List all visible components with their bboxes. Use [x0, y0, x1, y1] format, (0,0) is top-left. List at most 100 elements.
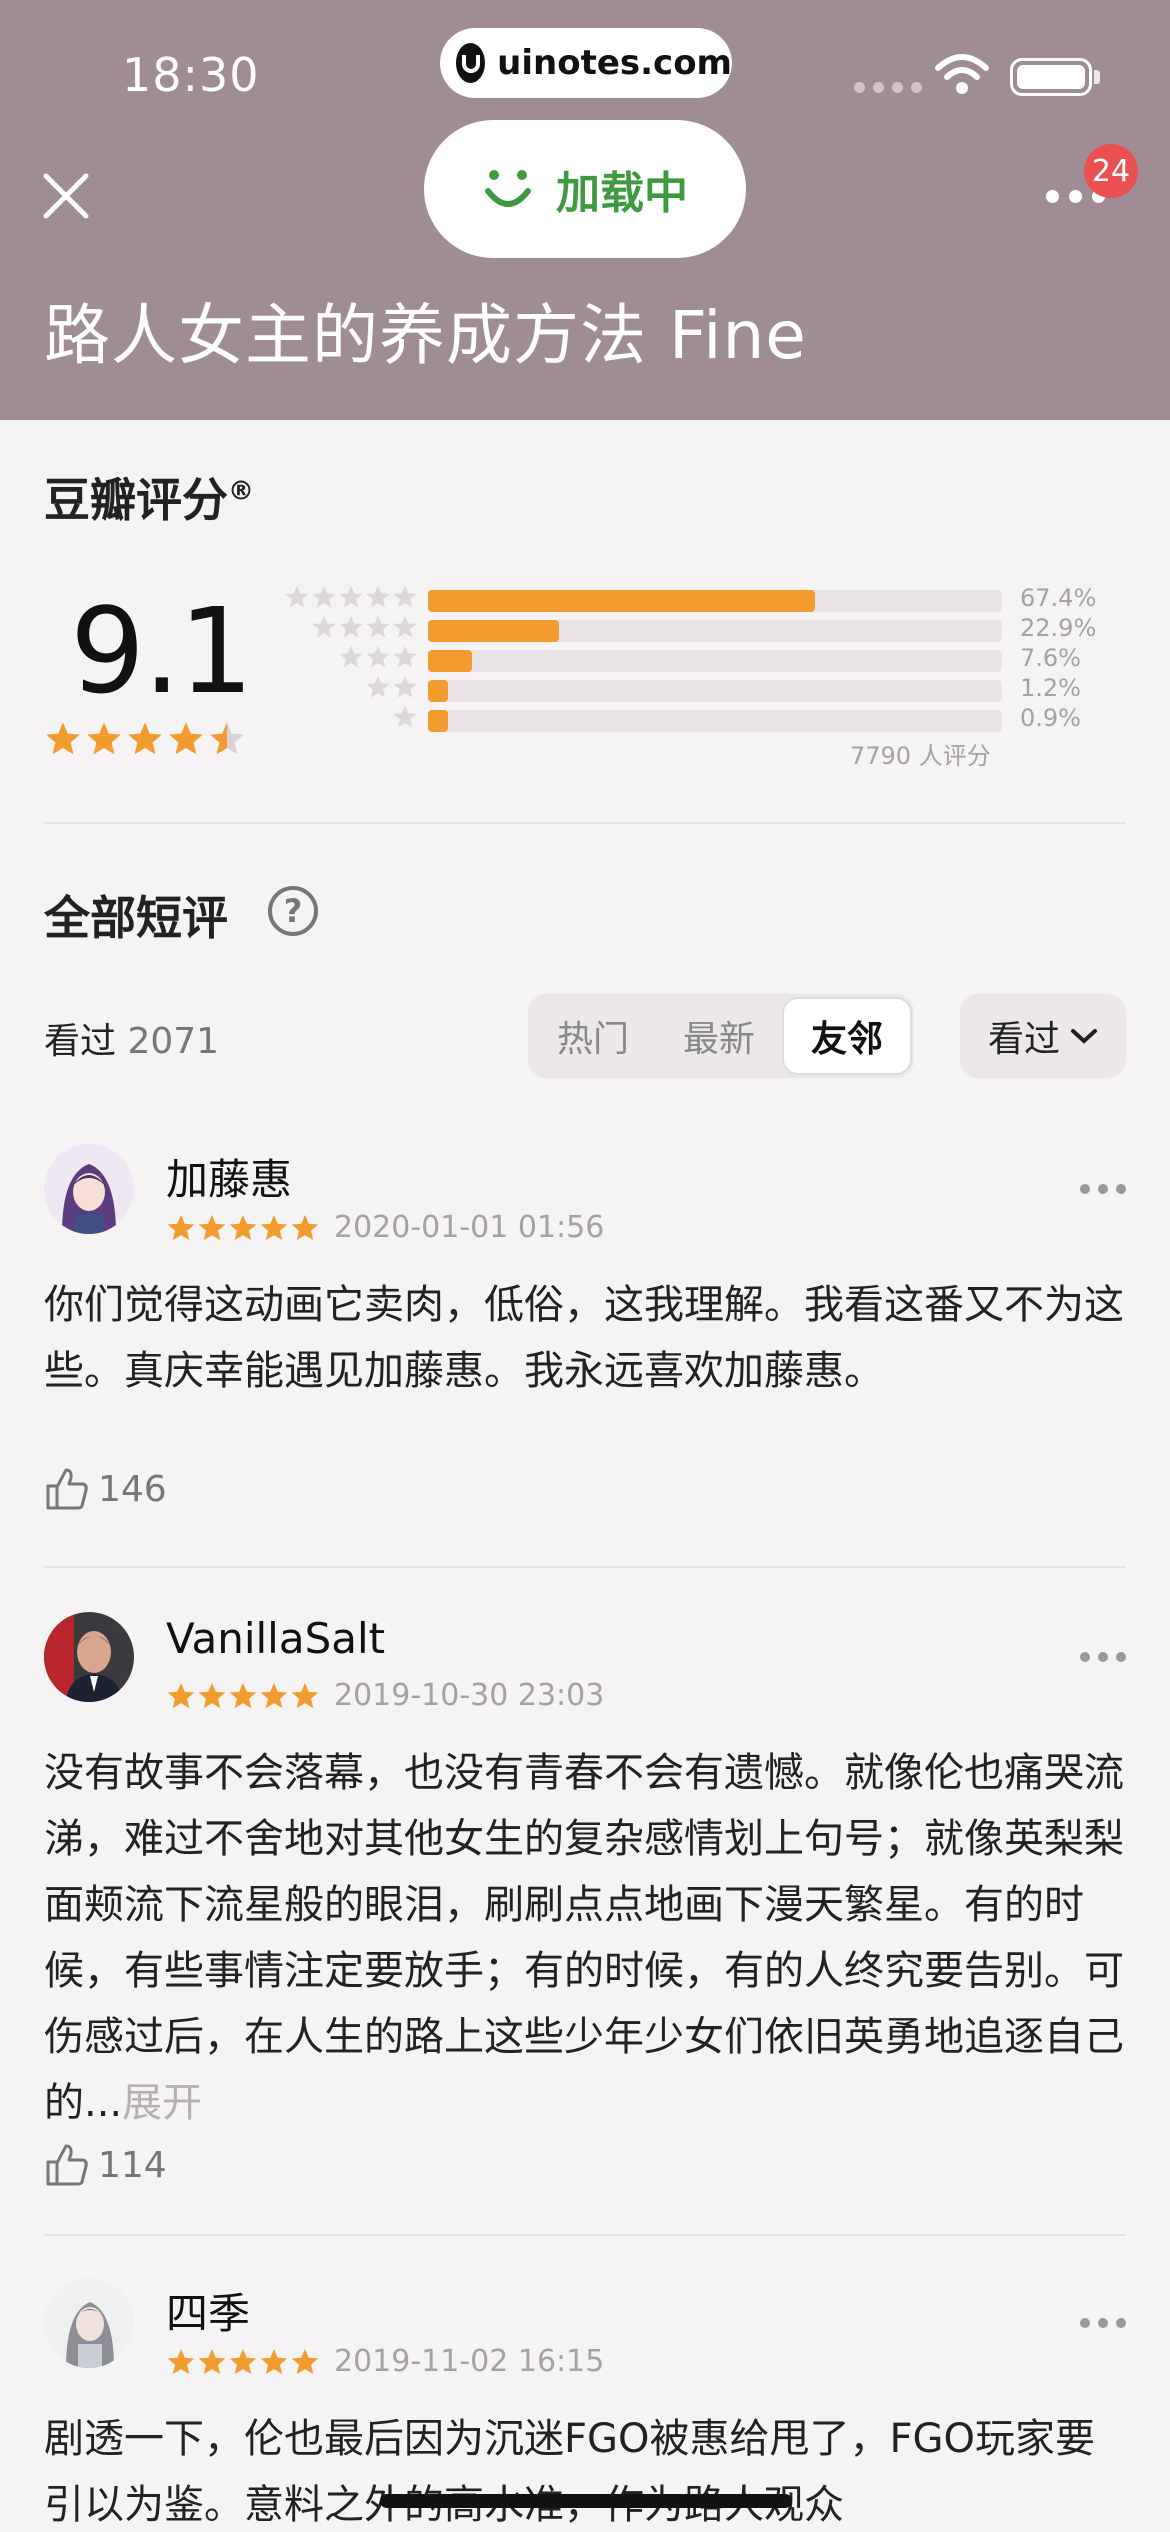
watched-filter-dropdown[interactable]: 看过 [960, 994, 1126, 1078]
watched-count: 看过 2071 [44, 1012, 219, 1064]
watched-number: 2071 [127, 1021, 220, 1062]
reviewer-name[interactable]: 四季 [166, 2280, 250, 2341]
distribution-stars [278, 674, 418, 704]
review-meta: 2019-11-02 16:15 [166, 2344, 604, 2379]
star-icon [285, 585, 309, 608]
header-bar: 18:30 uinotes.com 加载中 24 路人女主的养成方法 Fine [0, 0, 1170, 420]
rating-count: 7790 人评分 [850, 742, 991, 770]
divider [44, 2234, 1126, 2236]
distribution-bar [428, 710, 449, 732]
star-icon [260, 2348, 288, 2374]
star-icon [167, 1682, 195, 1708]
review-text[interactable]: 没有故事不会落幕，也没有青春不会有遗憾。就像伦也痛哭流涕，难过不舍地对其他女生的… [44, 1740, 1126, 2136]
review-text-body: 没有故事不会落幕，也没有青春不会有遗憾。就像伦也痛哭流涕，难过不舍地对其他女生的… [44, 1750, 1124, 2126]
like-count: 146 [98, 1468, 167, 1510]
avatar[interactable] [44, 1612, 134, 1702]
divider [44, 822, 1126, 824]
reviewer-name[interactable]: VanillaSalt [166, 1614, 385, 1663]
star-icon [291, 1214, 319, 1240]
star-icon [393, 615, 417, 638]
avatar[interactable] [44, 1144, 134, 1234]
review-stars [166, 2347, 320, 2377]
review-text-body: 剧透一下，伦也最后因为沉迷FGO被惠给甩了，FGO玩家要引以为鉴。意料之外的高水… [44, 2416, 1095, 2528]
review-date: 2019-10-30 23:03 [334, 1678, 605, 1713]
distribution-bar [428, 680, 449, 702]
star-icon [291, 1682, 319, 1708]
like-button[interactable]: 146 [44, 1466, 167, 1512]
review-more-icon[interactable] [1080, 1184, 1126, 1194]
star-icon [167, 2348, 195, 2374]
star-icon [198, 1682, 226, 1708]
review-more-icon[interactable] [1080, 1652, 1126, 1662]
star-icon [393, 705, 417, 728]
like-button[interactable]: 114 [44, 2142, 167, 2188]
review-text[interactable]: 你们觉得这动画它卖肉，低俗，这我理解。我看这番又不为这些。真庆幸能遇见加藤惠。我… [44, 1272, 1126, 1404]
distribution-bar-track [428, 650, 1002, 672]
rating-score: 9.1 [70, 582, 254, 720]
smile-icon [485, 170, 531, 207]
expand-link[interactable]: 展开 [122, 2080, 202, 2126]
review-meta: 2019-10-30 23:03 [166, 1678, 604, 1713]
filter-label: 看过 [987, 1019, 1060, 1060]
review-item: 加藤惠 2020-01-01 01:56 你们觉得这动画它卖肉，低俗，这我理解。… [44, 1144, 1126, 1564]
url-text: uinotes.com [497, 43, 732, 83]
star-icon [128, 722, 162, 755]
star-icon [366, 645, 390, 668]
star-icon [366, 675, 390, 698]
distribution-percent: 22.9% [1020, 614, 1097, 642]
star-icon [339, 645, 363, 668]
star-icon [339, 615, 363, 638]
status-time: 18:30 [122, 48, 260, 102]
avatar[interactable] [44, 2278, 134, 2368]
thumbs-up-icon [46, 1468, 88, 1510]
url-pill[interactable]: uinotes.com [440, 28, 732, 98]
loading-label: 加载中 [556, 168, 688, 219]
reviewer-name[interactable]: 加藤惠 [166, 1146, 292, 1207]
distribution-bar [428, 650, 472, 672]
signal-icon [854, 82, 922, 93]
chevron-down-icon [1071, 1029, 1097, 1044]
review-text[interactable]: 剧透一下，伦也最后因为沉迷FGO被惠给甩了，FGO玩家要引以为鉴。意料之外的高水… [44, 2406, 1126, 2532]
star-icon [260, 1682, 288, 1708]
help-icon[interactable]: ? [268, 886, 318, 936]
distribution-bar-track [428, 590, 1002, 612]
tab-hot[interactable]: 热门 [530, 997, 656, 1075]
star-icon [393, 585, 417, 608]
star-icon [366, 615, 390, 638]
distribution-percent: 1.2% [1020, 674, 1081, 702]
star-icon [366, 585, 390, 608]
close-icon[interactable] [40, 170, 92, 222]
distribution-bar [428, 620, 560, 642]
star-icon [198, 1214, 226, 1240]
star-icon [46, 722, 80, 755]
star-icon [87, 722, 121, 755]
star-icon [229, 1682, 257, 1708]
distribution-percent: 7.6% [1020, 644, 1081, 672]
score-stars [44, 720, 246, 758]
thumbs-up-icon [46, 2144, 88, 2186]
distribution-stars [278, 704, 418, 734]
star-icon [312, 585, 336, 608]
registered-mark: ® [228, 476, 254, 507]
loading-indicator: 加载中 [424, 120, 746, 258]
sort-tabs: 热门 最新 友邻 [528, 994, 914, 1078]
star-icon [210, 722, 244, 755]
distribution-stars [278, 644, 418, 674]
star-icon [229, 1214, 257, 1240]
tab-friends[interactable]: 友邻 [782, 997, 912, 1075]
home-indicator[interactable] [380, 2494, 792, 2508]
tab-latest[interactable]: 最新 [656, 997, 782, 1075]
star-icon [229, 2348, 257, 2374]
site-logo-icon [456, 43, 486, 83]
review-item: VanillaSalt 2019-10-30 23:03 没有故事不会落幕，也没… [44, 1612, 1126, 2242]
distribution-percent: 0.9% [1020, 704, 1081, 732]
review-more-icon[interactable] [1080, 2318, 1126, 2328]
distribution-stars [278, 614, 418, 644]
distribution-stars [278, 584, 418, 614]
distribution-bar-track [428, 620, 1002, 642]
comments-section-title: 全部短评 [44, 891, 228, 945]
battery-icon [1010, 58, 1092, 96]
divider [44, 1566, 1126, 1568]
notification-badge: 24 [1084, 144, 1138, 198]
review-meta: 2020-01-01 01:56 [166, 1210, 604, 1245]
